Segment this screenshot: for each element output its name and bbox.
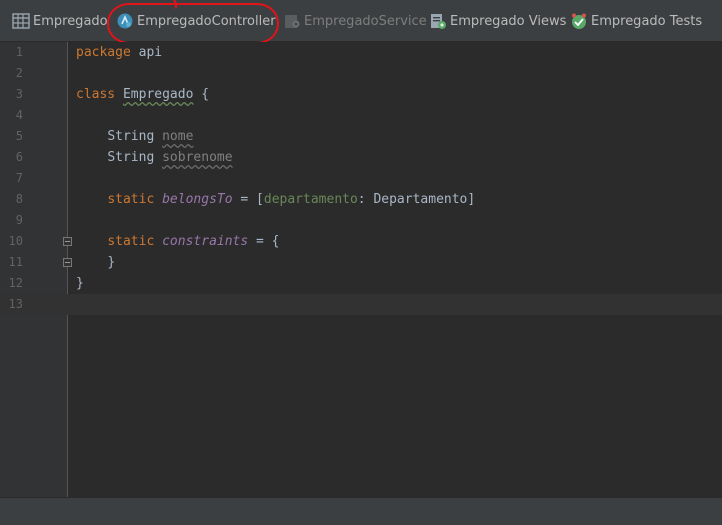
- code-line[interactable]: 12 }: [0, 273, 722, 294]
- nav-item-label: EmpregadoService: [304, 13, 427, 29]
- code-line[interactable]: 8 static belongsTo = [departamento: Depa…: [0, 189, 722, 210]
- code-text: static constraints = {: [76, 231, 280, 252]
- keyword: static: [107, 192, 155, 207]
- line-number: 10: [8, 234, 23, 248]
- static-field: belongsTo: [162, 192, 233, 207]
- code-editor[interactable]: 1 package api 2 3 class Empregado { 4 5 …: [0, 42, 722, 497]
- keyword: package: [76, 45, 131, 60]
- code-line[interactable]: 3 class Empregado {: [0, 84, 722, 105]
- field-name: nome: [162, 129, 194, 144]
- map-key: departamento: [263, 192, 358, 207]
- service-icon: [283, 12, 301, 30]
- brace: {: [193, 87, 210, 102]
- views-icon: [429, 12, 447, 30]
- code-text: }: [76, 252, 115, 273]
- brace: }: [76, 276, 84, 291]
- code-line[interactable]: 5 String nome: [0, 126, 722, 147]
- map-value: Departamento: [373, 192, 468, 207]
- type-name: String: [107, 129, 155, 144]
- line-number: 4: [15, 108, 23, 122]
- line-number: 2: [15, 66, 23, 80]
- annotation-stroke: [159, 0, 179, 9]
- line-number: 5: [15, 129, 23, 143]
- nav-item-label: Empregado: [33, 13, 108, 29]
- line-number: 7: [15, 171, 23, 185]
- line-number: 13: [8, 297, 23, 311]
- keyword: class: [76, 87, 116, 102]
- line-number: 8: [15, 192, 23, 206]
- navigation-bar: Empregado EmpregadoController EmpregadoS…: [0, 0, 722, 44]
- nav-item-empregado-controller[interactable]: EmpregadoController: [116, 11, 276, 31]
- class-name: Empregado: [122, 87, 194, 102]
- line-number: 1: [15, 45, 23, 59]
- line-number: 9: [15, 213, 23, 227]
- table-icon: [12, 12, 30, 30]
- code-text: String nome: [76, 126, 193, 147]
- fold-collapse-icon[interactable]: [63, 237, 72, 246]
- code-line[interactable]: 4: [0, 105, 722, 126]
- code-line-current[interactable]: 13: [0, 294, 722, 315]
- package-name: api: [130, 45, 163, 60]
- line-number: 11: [8, 255, 23, 269]
- line-number: 12: [8, 276, 23, 290]
- operator: = {: [248, 234, 280, 249]
- nav-item-empregado-tests[interactable]: Empregado Tests: [570, 11, 702, 31]
- bracket: ]: [467, 192, 476, 207]
- fold-end-icon[interactable]: [63, 258, 72, 267]
- code-text: }: [76, 273, 84, 294]
- nav-item-empregado-service[interactable]: EmpregadoService: [283, 11, 427, 31]
- static-field: constraints: [162, 234, 249, 249]
- code-text: static belongsTo = [departamento: Depart…: [76, 189, 475, 210]
- code-line[interactable]: 6 String sobrenome: [0, 147, 722, 168]
- colon: :: [357, 192, 374, 207]
- nav-item-label: Empregado Tests: [591, 13, 703, 29]
- line-number: 3: [15, 87, 23, 101]
- type-name: String: [107, 150, 155, 165]
- operator: = [: [232, 192, 264, 207]
- code-line[interactable]: 1 package api: [0, 42, 722, 63]
- code-text: class Empregado {: [76, 84, 209, 105]
- code-text: package api: [76, 42, 162, 63]
- field-name: sobrenome: [162, 150, 233, 165]
- code-line[interactable]: 2: [0, 63, 722, 84]
- code-line[interactable]: 10 static constraints = {: [0, 231, 722, 252]
- brace: }: [107, 255, 116, 270]
- code-text: String sobrenome: [76, 147, 233, 168]
- keyword: static: [107, 234, 155, 249]
- code-line[interactable]: 9: [0, 210, 722, 231]
- nav-item-empregado[interactable]: Empregado: [12, 11, 108, 31]
- controller-icon: [116, 12, 134, 30]
- nav-item-label: Empregado Views: [450, 13, 567, 29]
- tests-icon: [570, 12, 588, 30]
- status-bar: [0, 497, 722, 525]
- nav-item-label: EmpregadoController: [137, 13, 276, 29]
- code-line[interactable]: 7: [0, 168, 722, 189]
- line-number: 6: [15, 150, 23, 164]
- nav-item-empregado-views[interactable]: Empregado Views: [429, 11, 566, 31]
- code-line[interactable]: 11 }: [0, 252, 722, 273]
